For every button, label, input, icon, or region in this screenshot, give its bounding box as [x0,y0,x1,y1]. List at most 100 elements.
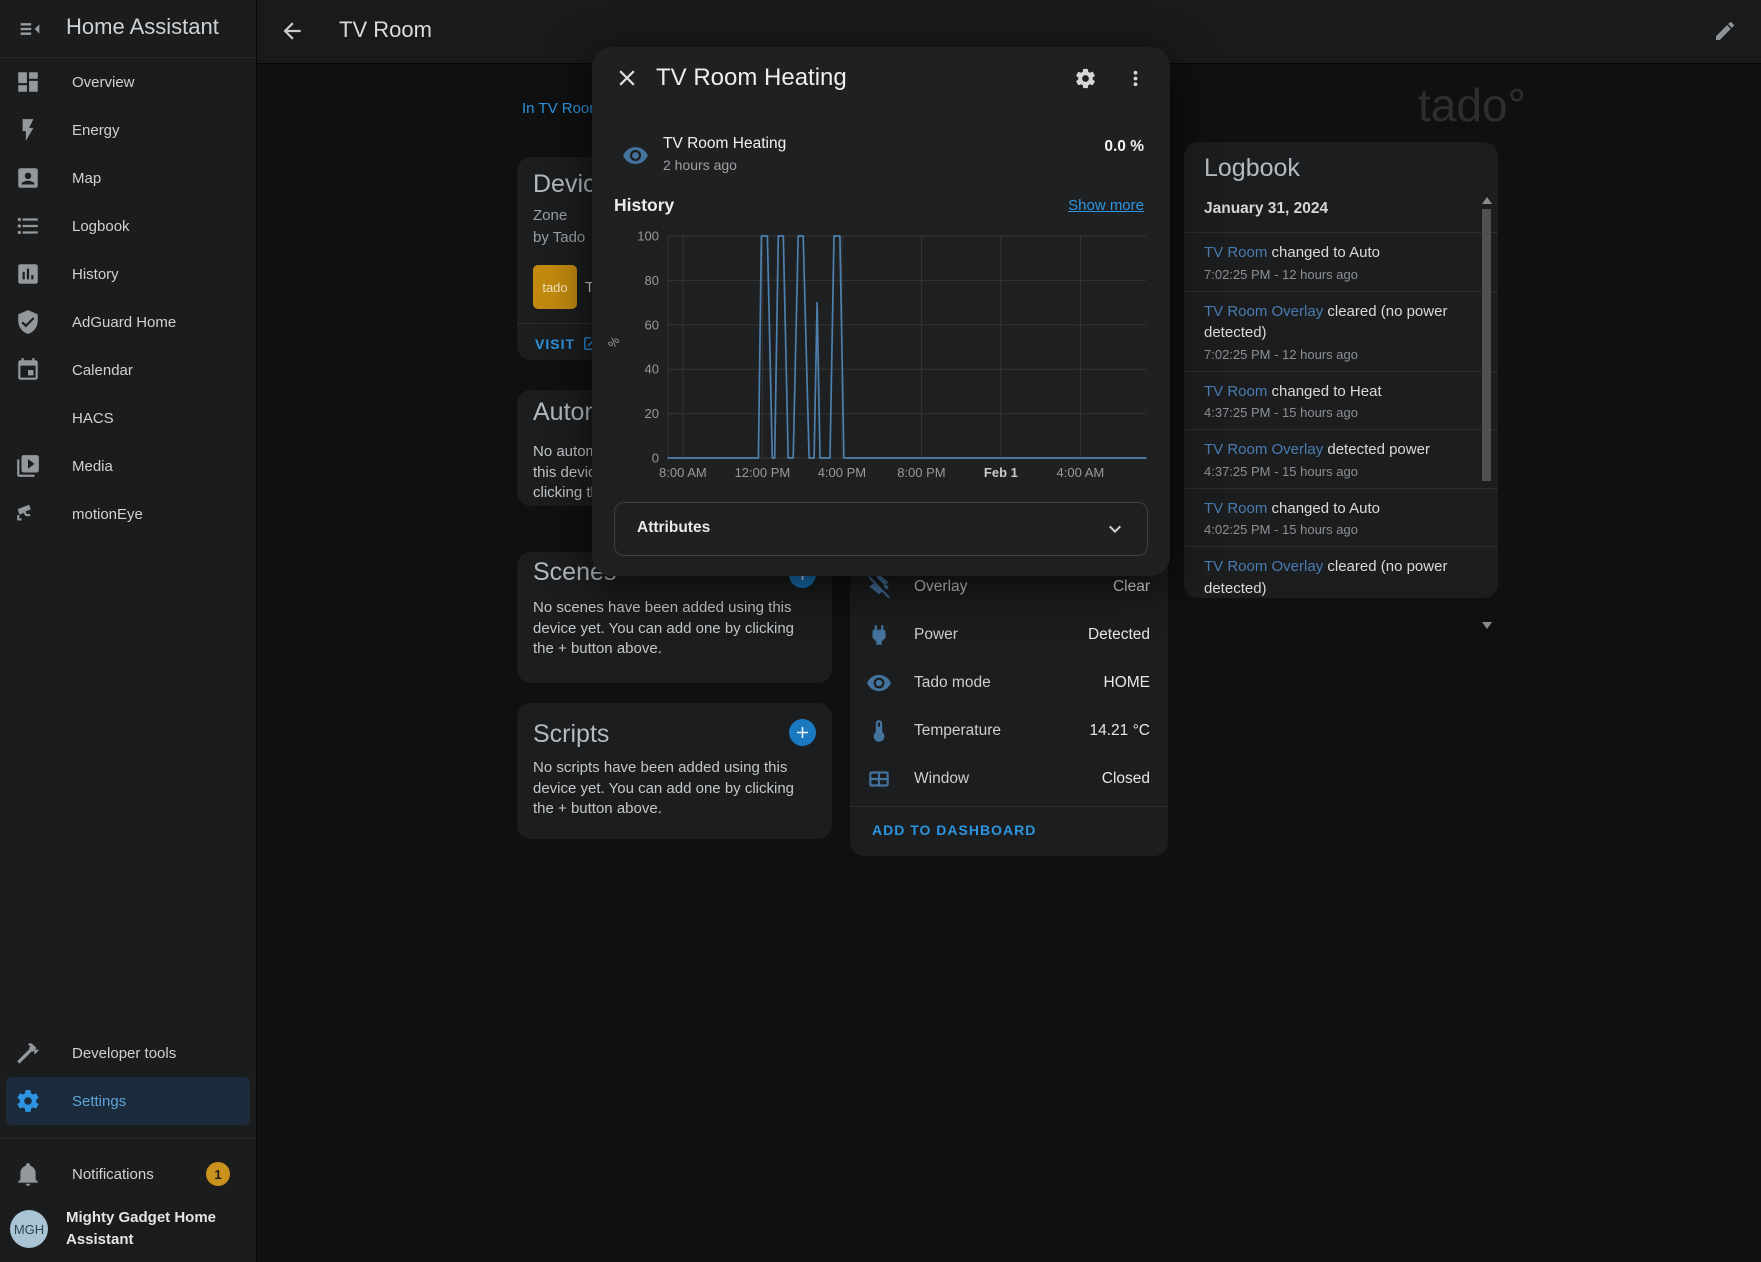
sidebar-nav: Overview Energy Map Logbook History AdGu… [0,58,256,538]
sidebar-item-adguard[interactable]: AdGuard Home [0,298,256,346]
area-link[interactable]: In TV Room [522,100,602,117]
entity-settings-gear-icon[interactable] [1074,67,1097,90]
entity-state-value: 0.0 % [1104,138,1144,156]
sensor-row-temperature[interactable]: Temperature 14.21 °C [850,707,1168,755]
notification-badge: 1 [206,1162,230,1186]
profile-name: Mighty Gadget Home Assistant [66,1207,236,1251]
sidebar-item-history[interactable]: History [0,250,256,298]
sidebar-item-label: History [72,266,119,283]
logbook-message-text: detected power [1323,441,1430,458]
sidebar-item-label: Media [72,458,113,475]
logbook-timestamp: 4:37:25 PM - 15 hours ago [1204,464,1452,479]
svg-text:4:00 AM: 4:00 AM [1057,465,1105,480]
scrollbar-up-arrow[interactable] [1482,197,1492,204]
svg-text:8:00 AM: 8:00 AM [659,465,707,480]
tado-logo: tado° [1418,78,1526,132]
logbook-entity-link[interactable]: TV Room Overlay [1204,303,1323,320]
logbook-title: Logbook [1204,154,1300,183]
show-more-link[interactable]: Show more [1068,197,1144,214]
logbook-entry: TV Room changed to Auto 7:02:25 PM - 12 … [1184,233,1498,292]
entity-last-changed: 2 hours ago [663,157,737,173]
sidebar-header: Home Assistant [0,0,256,58]
sidebar-item-label: motionEye [72,506,143,523]
logbook-message-text: changed to Heat [1267,383,1381,400]
logbook-entry: TV Room changed to Heat 4:37:25 PM - 15 … [1184,372,1498,431]
sensor-row-power[interactable]: Power Detected [850,611,1168,659]
close-icon[interactable] [614,65,640,91]
add-to-dashboard-link[interactable]: ADD TO DASHBOARD [872,822,1036,838]
svg-text:80: 80 [645,273,659,288]
sidebar-item-developer-tools[interactable]: Developer tools [0,1029,256,1077]
sensor-value: HOME [1104,674,1151,692]
logbook-entity-link[interactable]: TV Room [1204,244,1267,261]
play-box-icon [15,453,41,479]
logbook-timestamp: 7:02:25 PM - 12 hours ago [1204,347,1452,362]
pencil-icon[interactable] [1713,19,1737,43]
app-title: Home Assistant [66,14,219,40]
logbook-entity-link[interactable]: TV Room Overlay [1204,441,1323,458]
eye-icon [622,142,649,169]
logbook-entry: TV Room Overlay detected power 4:37:25 P… [1184,430,1498,489]
scrollbar-down-arrow[interactable] [1482,622,1492,629]
add-script-button[interactable] [789,719,816,746]
svg-text:%: % [605,334,623,351]
shield-check-icon [15,309,41,335]
flash-icon [15,117,41,143]
sidebar-item-label: Overview [72,74,135,91]
sidebar-item-notifications[interactable]: Notifications 1 [0,1150,256,1198]
logbook-card: Logbook January 31, 2024 TV Room changed… [1184,142,1498,598]
scripts-card: Scripts No scripts have been added using… [517,703,832,839]
history-heading: History [614,195,674,216]
plus-icon [793,723,812,742]
sidebar-toggle-icon[interactable] [16,15,44,43]
thermometer-icon [866,718,892,744]
sidebar-item-map[interactable]: Map [0,154,256,202]
hacs-icon [15,405,41,431]
attributes-label: Attributes [637,519,710,537]
tado-integration-badge: tado [533,265,577,309]
visit-link[interactable]: VISIT [535,335,599,352]
logbook-entries: TV Room changed to Auto 7:02:25 PM - 12 … [1184,232,1498,598]
sidebar-item-label: HACS [72,410,114,427]
sidebar-item-energy[interactable]: Energy [0,106,256,154]
logbook-timestamp: 4:02:25 PM - 15 hours ago [1204,522,1452,537]
scenes-empty-text: No scenes have been added using this dev… [533,598,817,660]
sidebar-item-label: Notifications [72,1166,154,1183]
chevron-down-icon [1103,517,1127,541]
sidebar-item-overview[interactable]: Overview [0,58,256,106]
back-arrow-icon[interactable] [279,18,305,44]
sidebar-item-label: Energy [72,122,120,139]
sidebar-item-settings[interactable]: Settings [6,1077,250,1125]
logbook-timestamp: 7:02:25 PM - 12 hours ago [1204,267,1452,282]
sensor-row-tado-mode[interactable]: Tado mode HOME [850,659,1168,707]
logbook-entity-link[interactable]: TV Room [1204,500,1267,517]
sensor-row-window[interactable]: Window Closed [850,755,1168,803]
logbook-entry: TV Room Overlay cleared (no power detect… [1184,292,1498,372]
sensor-value: Clear [1113,578,1150,596]
svg-text:12:00 PM: 12:00 PM [735,465,791,480]
page-title: TV Room [339,17,432,43]
logbook-entity-link[interactable]: TV Room Overlay [1204,558,1323,575]
history-chart[interactable]: 0204060801008:00 AM12:00 PM4:00 PM8:00 P… [598,219,1158,485]
sidebar-profile[interactable]: MGH Mighty Gadget Home Assistant [0,1200,256,1258]
logbook-message: TV Room Overlay cleared (no power detect… [1204,301,1452,344]
logbook-entity-link[interactable]: TV Room [1204,383,1267,400]
logbook-entry: TV Room changed to Auto 4:02:25 PM - 15 … [1184,489,1498,548]
logbook-date-header: January 31, 2024 [1204,200,1328,218]
sidebar-item-label: Calendar [72,362,133,379]
logbook-message: TV Room Overlay cleared (no power detect… [1204,556,1452,598]
device-manufacturer: by Tado [533,229,585,246]
svg-text:Feb 1: Feb 1 [984,465,1018,480]
list-icon [15,213,41,239]
kebab-menu-icon[interactable] [1124,67,1147,90]
sidebar-item-logbook[interactable]: Logbook [0,202,256,250]
calendar-icon [15,357,41,383]
attributes-expander[interactable]: Attributes [614,502,1148,556]
more-info-dialog: TV Room Heating TV Room Heating 2 hours … [592,47,1170,576]
sidebar-item-media[interactable]: Media [0,442,256,490]
scrollbar-thumb[interactable] [1482,209,1491,481]
sidebar-item-motioneye[interactable]: motionEye [0,490,256,538]
sidebar-item-calendar[interactable]: Calendar [0,346,256,394]
chart-box-icon [15,261,41,287]
sidebar-item-hacs[interactable]: HACS [0,394,256,442]
